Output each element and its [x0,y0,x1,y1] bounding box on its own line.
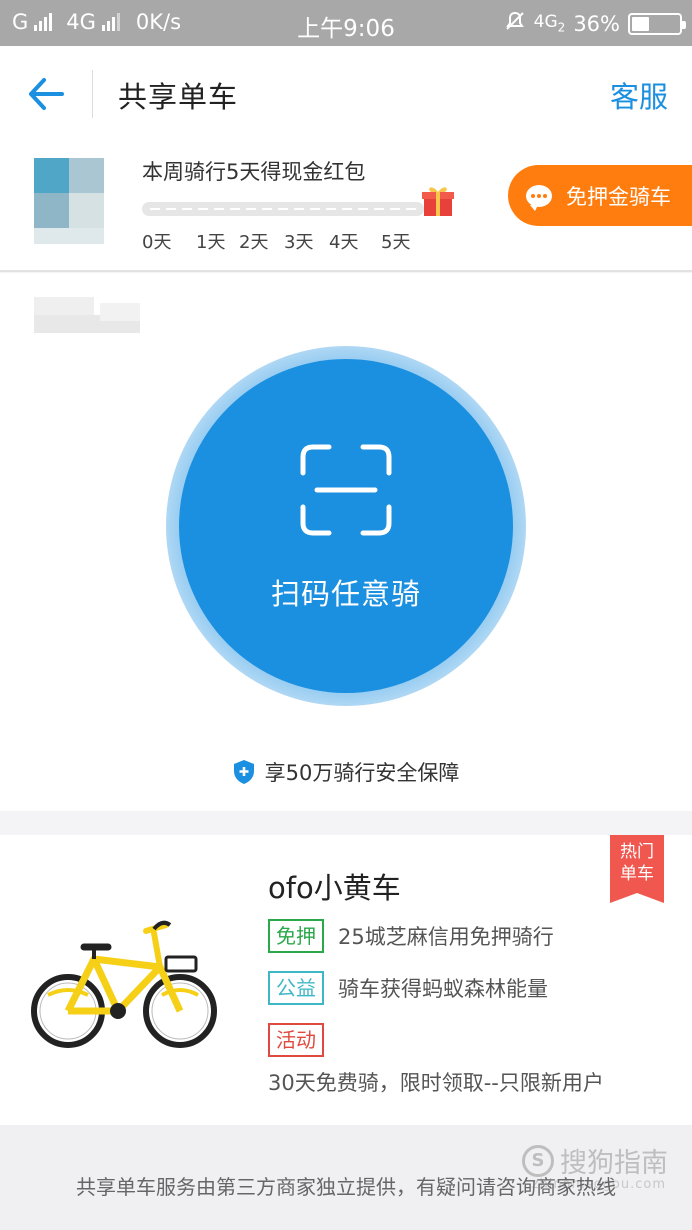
weekly-reward-panel: 本周骑行5天得现金红包 0天 1天 2天 3天 4天 5天 免押金骑车 [0,142,692,272]
scan-panel: 扫码任意骑 享50万骑行安全保障 [0,273,692,811]
footer: S 搜狗指南 zhinan.sogou.com 共享单车服务由第三方商家独立提供… [0,1125,692,1230]
mute-icon [504,10,526,37]
scan-icon [299,443,393,537]
feature-row: 活动 [268,1023,324,1057]
network-type: 4G2 [533,12,566,35]
tag-activity: 活动 [268,1023,324,1057]
feature-text: 骑车获得蚂蚁森林能量 [338,977,548,1001]
gift-icon [422,184,454,218]
chat-icon [526,184,552,211]
nav-divider [92,70,93,118]
day-label: 4天 [329,232,359,253]
insurance-text: 享50万骑行安全保障 [264,761,460,785]
hot-badge-line2: 单车 [620,864,654,884]
feature-row: 免押 25城芝麻信用免押骑行 [268,919,554,953]
day-label: 0天 [142,232,172,253]
shield-icon [233,759,255,785]
blurred-username [34,297,140,333]
feature-row: 公益 骑车获得蚂蚁森林能量 [268,971,548,1005]
battery-fill [632,16,649,31]
weekly-reward-title: 本周骑行5天得现金红包 [142,160,366,184]
free-deposit-button[interactable]: 免押金骑车 [508,165,692,226]
bike-provider-card[interactable]: 热门 单车 ofo小黄车 免押 25城芝麻信用免押骑行 公益 骑车获得蚂蚁森林能量… [0,835,692,1125]
footer-disclaimer: 共享单车服务由第三方商家独立提供，有疑问请咨询商家热线 [76,1175,616,1199]
activity-text: 30天免费骑，限时领取--只限新用户 [268,1071,604,1095]
avatar [34,158,104,244]
customer-service-link[interactable]: 客服 [610,74,668,116]
day-labels: 0天 1天 2天 3天 4天 5天 [142,228,442,253]
feature-text: 25城芝麻信用免押骑行 [338,925,554,949]
bicycle-image [28,915,220,1055]
scan-label: 扫码任意骑 [270,577,421,611]
battery-icon [628,12,686,35]
progress-track [142,202,424,216]
hot-badge: 热门 单车 [610,835,664,903]
provider-name: ofo小黄车 [268,871,401,905]
hot-badge-line1: 热门 [620,842,654,862]
page-title: 共享单车 [118,80,239,114]
day-label: 2天 [239,232,269,253]
status-bar: G 4G 0K/s 上午9:06 4G2 36% [0,0,692,46]
tag-free-deposit: 免押 [268,919,324,953]
back-arrow-icon[interactable] [26,76,66,112]
insurance-note[interactable]: 享50万骑行安全保障 [0,757,692,787]
day-label: 5天 [381,232,411,253]
tag-charity: 公益 [268,971,324,1005]
day-label: 1天 [196,232,226,253]
day-label: 3天 [284,232,314,253]
free-deposit-label: 免押金骑车 [566,184,671,209]
battery-percent: 36% [573,11,620,36]
scan-button[interactable]: 扫码任意骑 [179,359,513,693]
nav-bar: 共享单车 客服 [0,46,692,142]
